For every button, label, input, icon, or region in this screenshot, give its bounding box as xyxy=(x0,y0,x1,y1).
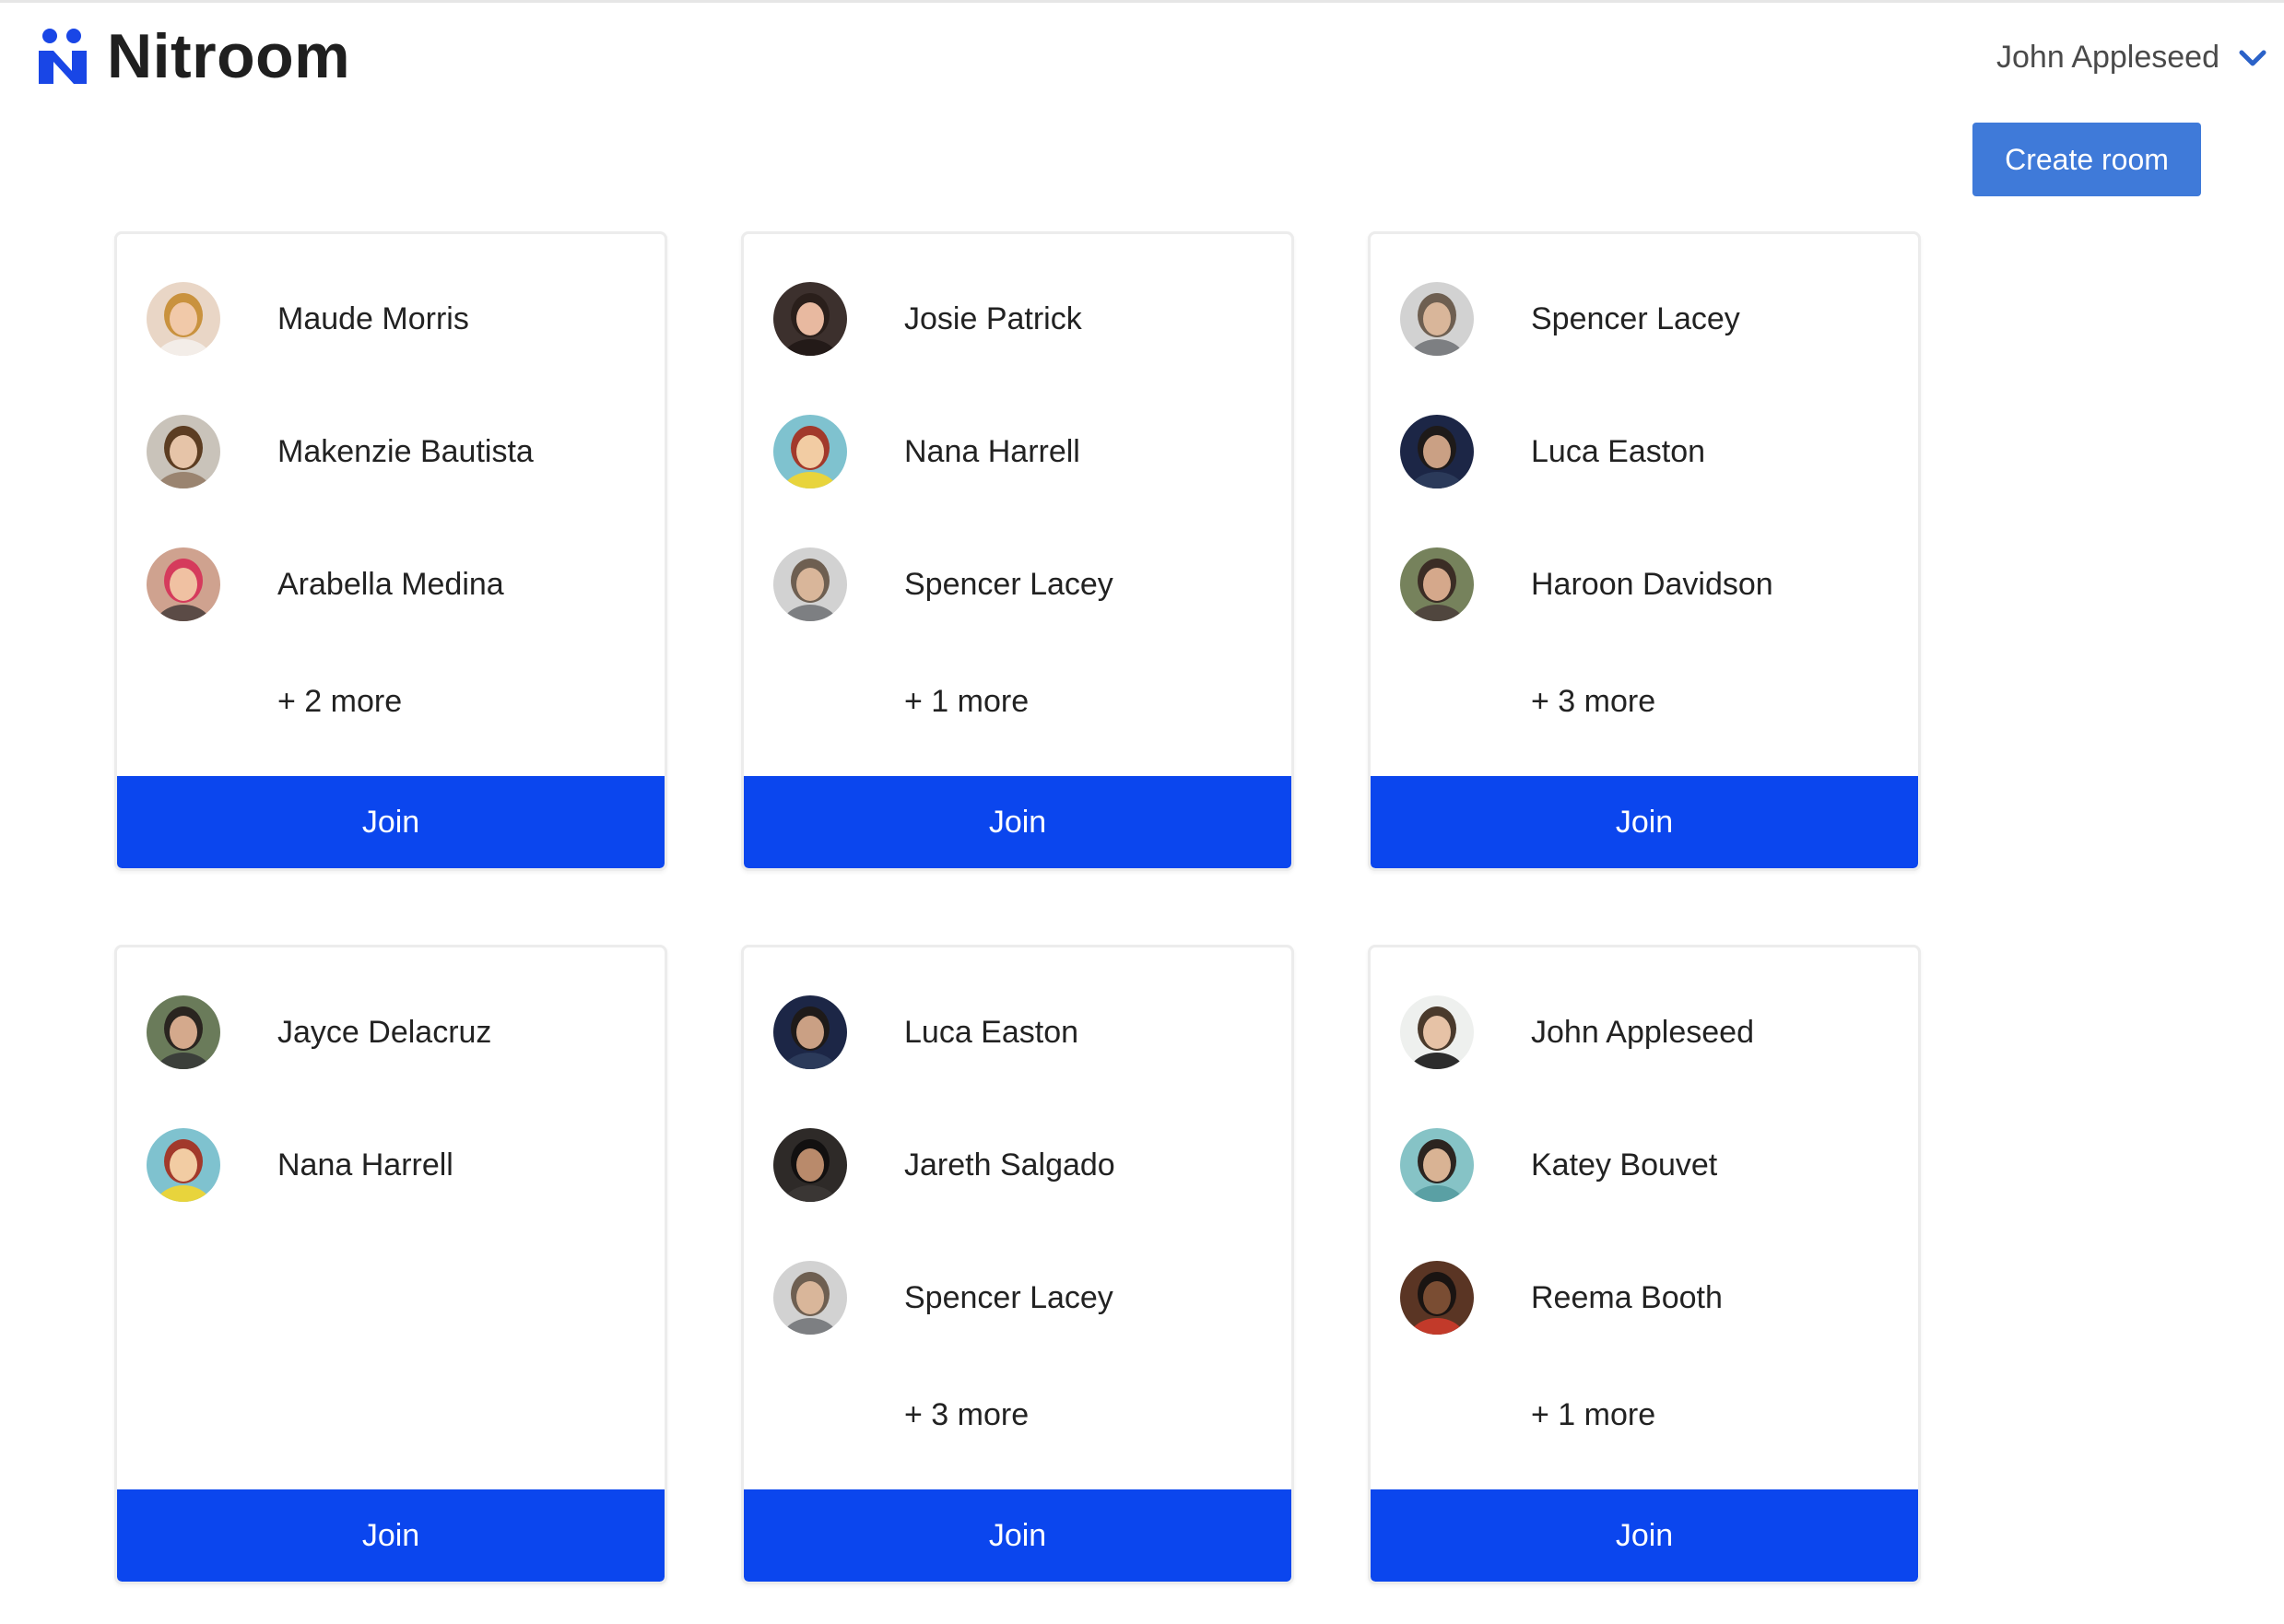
avatar-photo xyxy=(147,1128,220,1202)
member-name: Jareth Salgado xyxy=(904,1147,1115,1183)
avatar xyxy=(773,995,847,1069)
member-row: Nana Harrell xyxy=(773,415,1080,488)
avatar xyxy=(1400,415,1474,488)
more-members-count: + 1 more xyxy=(1531,1397,1656,1432)
join-button[interactable]: Join xyxy=(1371,776,1918,868)
avatar-photo xyxy=(773,282,847,356)
join-button[interactable]: Join xyxy=(117,776,665,868)
member-row: Luca Easton xyxy=(773,995,1078,1069)
avatar xyxy=(1400,995,1474,1069)
avatar-photo xyxy=(1400,415,1474,488)
avatar xyxy=(147,995,220,1069)
avatar xyxy=(147,282,220,356)
chevron-down-icon xyxy=(2239,50,2266,65)
app-logo[interactable]: Nitroom xyxy=(37,25,350,88)
member-row: John Appleseed xyxy=(1400,995,1754,1069)
member-row: Haroon Davidson xyxy=(1400,547,1773,621)
member-row: Spencer Lacey xyxy=(1400,282,1740,356)
avatar xyxy=(147,1128,220,1202)
member-row: Jayce Delacruz xyxy=(147,995,491,1069)
avatar-photo xyxy=(147,282,220,356)
avatar-photo xyxy=(147,547,220,621)
room-card: John Appleseed Katey Bouvet Reema Booth … xyxy=(1368,945,1921,1584)
member-row: Makenzie Bautista xyxy=(147,415,534,488)
avatar-photo xyxy=(1400,282,1474,356)
avatar xyxy=(773,1128,847,1202)
member-row: Arabella Medina xyxy=(147,547,504,621)
member-name: Katey Bouvet xyxy=(1531,1147,1718,1183)
avatar xyxy=(773,415,847,488)
avatar-photo xyxy=(773,547,847,621)
avatar xyxy=(1400,1128,1474,1202)
room-grid: Maude Morris Makenzie Bautista Arabella … xyxy=(114,231,1921,1584)
room-card: Josie Patrick Nana Harrell Spencer Lacey… xyxy=(741,231,1294,871)
member-row: Maude Morris xyxy=(147,282,469,356)
member-row: Reema Booth xyxy=(1400,1261,1723,1335)
member-row: Katey Bouvet xyxy=(1400,1128,1717,1202)
member-row: Jareth Salgado xyxy=(773,1128,1115,1202)
avatar-photo xyxy=(1400,1261,1474,1335)
user-menu[interactable]: John Appleseed xyxy=(1996,40,2267,76)
member-name: Luca Easton xyxy=(1531,433,1706,469)
member-row: Nana Harrell xyxy=(147,1128,453,1202)
avatar xyxy=(773,1261,847,1335)
avatar-photo xyxy=(147,415,220,488)
avatar-photo xyxy=(773,415,847,488)
member-name: Spencer Lacey xyxy=(904,566,1113,602)
member-name: Makenzie Bautista xyxy=(277,433,534,469)
avatar-photo xyxy=(773,995,847,1069)
avatar xyxy=(773,282,847,356)
avatar-photo xyxy=(1400,547,1474,621)
join-button[interactable]: Join xyxy=(744,1489,1291,1582)
member-name: Nana Harrell xyxy=(277,1147,453,1183)
member-row: Spencer Lacey xyxy=(773,547,1113,621)
member-name: Spencer Lacey xyxy=(904,1279,1113,1315)
avatar xyxy=(1400,1261,1474,1335)
member-name: Spencer Lacey xyxy=(1531,300,1740,336)
more-members-count: + 3 more xyxy=(1531,684,1656,719)
app-name: Nitroom xyxy=(107,21,351,91)
avatar-photo xyxy=(773,1128,847,1202)
room-card: Luca Easton Jareth Salgado Spencer Lacey… xyxy=(741,945,1294,1584)
more-members-count: + 1 more xyxy=(904,684,1030,719)
member-name: Maude Morris xyxy=(277,300,469,336)
member-name: Nana Harrell xyxy=(904,433,1080,469)
member-row: Josie Patrick xyxy=(773,282,1082,356)
member-name: John Appleseed xyxy=(1531,1014,1754,1050)
room-card: Spencer Lacey Luca Easton Haroon Davidso… xyxy=(1368,231,1921,871)
member-name: Arabella Medina xyxy=(277,566,504,602)
member-name: Josie Patrick xyxy=(904,300,1082,336)
more-members-count: + 3 more xyxy=(904,1397,1030,1432)
member-row: Spencer Lacey xyxy=(773,1261,1113,1335)
create-room-button[interactable]: Create room xyxy=(1972,123,2201,196)
avatar xyxy=(147,547,220,621)
join-button[interactable]: Join xyxy=(1371,1489,1918,1582)
member-name: Haroon Davidson xyxy=(1531,566,1773,602)
avatar xyxy=(1400,547,1474,621)
member-name: Jayce Delacruz xyxy=(277,1014,492,1050)
room-card: Jayce Delacruz Nana Harrell Join xyxy=(114,945,667,1584)
avatar xyxy=(1400,282,1474,356)
avatar-photo xyxy=(773,1261,847,1335)
member-row: Luca Easton xyxy=(1400,415,1705,488)
join-button[interactable]: Join xyxy=(117,1489,665,1582)
member-name: Luca Easton xyxy=(904,1014,1079,1050)
user-name: John Appleseed xyxy=(1996,40,2219,75)
avatar-photo xyxy=(1400,1128,1474,1202)
room-card: Maude Morris Makenzie Bautista Arabella … xyxy=(114,231,667,871)
avatar xyxy=(147,415,220,488)
avatar-photo xyxy=(1400,995,1474,1069)
more-members-count: + 2 more xyxy=(277,684,403,719)
people-logo-icon xyxy=(39,29,87,84)
avatar-photo xyxy=(147,995,220,1069)
join-button[interactable]: Join xyxy=(744,776,1291,868)
avatar xyxy=(773,547,847,621)
member-name: Reema Booth xyxy=(1531,1279,1723,1315)
